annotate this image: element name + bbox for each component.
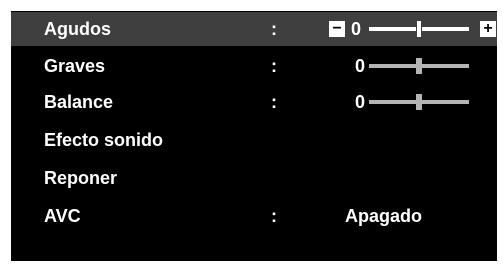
bass-value: 0: [355, 56, 366, 76]
balance-value: 0: [355, 92, 366, 112]
row-label: Graves: [44, 56, 106, 76]
row-separator: :: [271, 19, 277, 39]
row-separator: :: [271, 56, 277, 76]
menu-row-reponer[interactable]: Reponer: [11, 161, 497, 195]
avc-value: Apagado: [345, 206, 423, 226]
menu-row-graves[interactable]: Graves : 0: [11, 49, 497, 83]
row-label: AVC: [44, 206, 81, 226]
menu-row-agudos[interactable]: Agudos : − 0 +: [11, 12, 497, 46]
slider-thumb[interactable]: [416, 21, 422, 37]
slider-thumb[interactable]: [416, 58, 422, 74]
slider-thumb[interactable]: [416, 94, 422, 110]
minus-icon[interactable]: −: [329, 21, 345, 37]
row-label: Efecto sonido: [44, 130, 164, 150]
sound-settings-menu: Agudos : − 0 + Graves : 0 Balance : 0 Ef…: [11, 11, 497, 261]
treble-value: 0: [351, 19, 362, 39]
treble-slider[interactable]: [369, 21, 469, 37]
row-label: Reponer: [44, 168, 118, 188]
plus-icon[interactable]: +: [480, 21, 496, 37]
balance-slider[interactable]: [369, 94, 469, 110]
row-label: Agudos: [44, 19, 111, 39]
bass-slider[interactable]: [369, 58, 469, 74]
menu-row-efecto-sonido[interactable]: Efecto sonido: [11, 123, 497, 157]
menu-row-avc[interactable]: AVC : Apagado: [11, 199, 497, 233]
row-label: Balance: [44, 92, 114, 112]
row-separator: :: [271, 92, 277, 112]
row-separator: :: [271, 206, 277, 226]
menu-row-balance[interactable]: Balance : 0: [11, 85, 497, 119]
